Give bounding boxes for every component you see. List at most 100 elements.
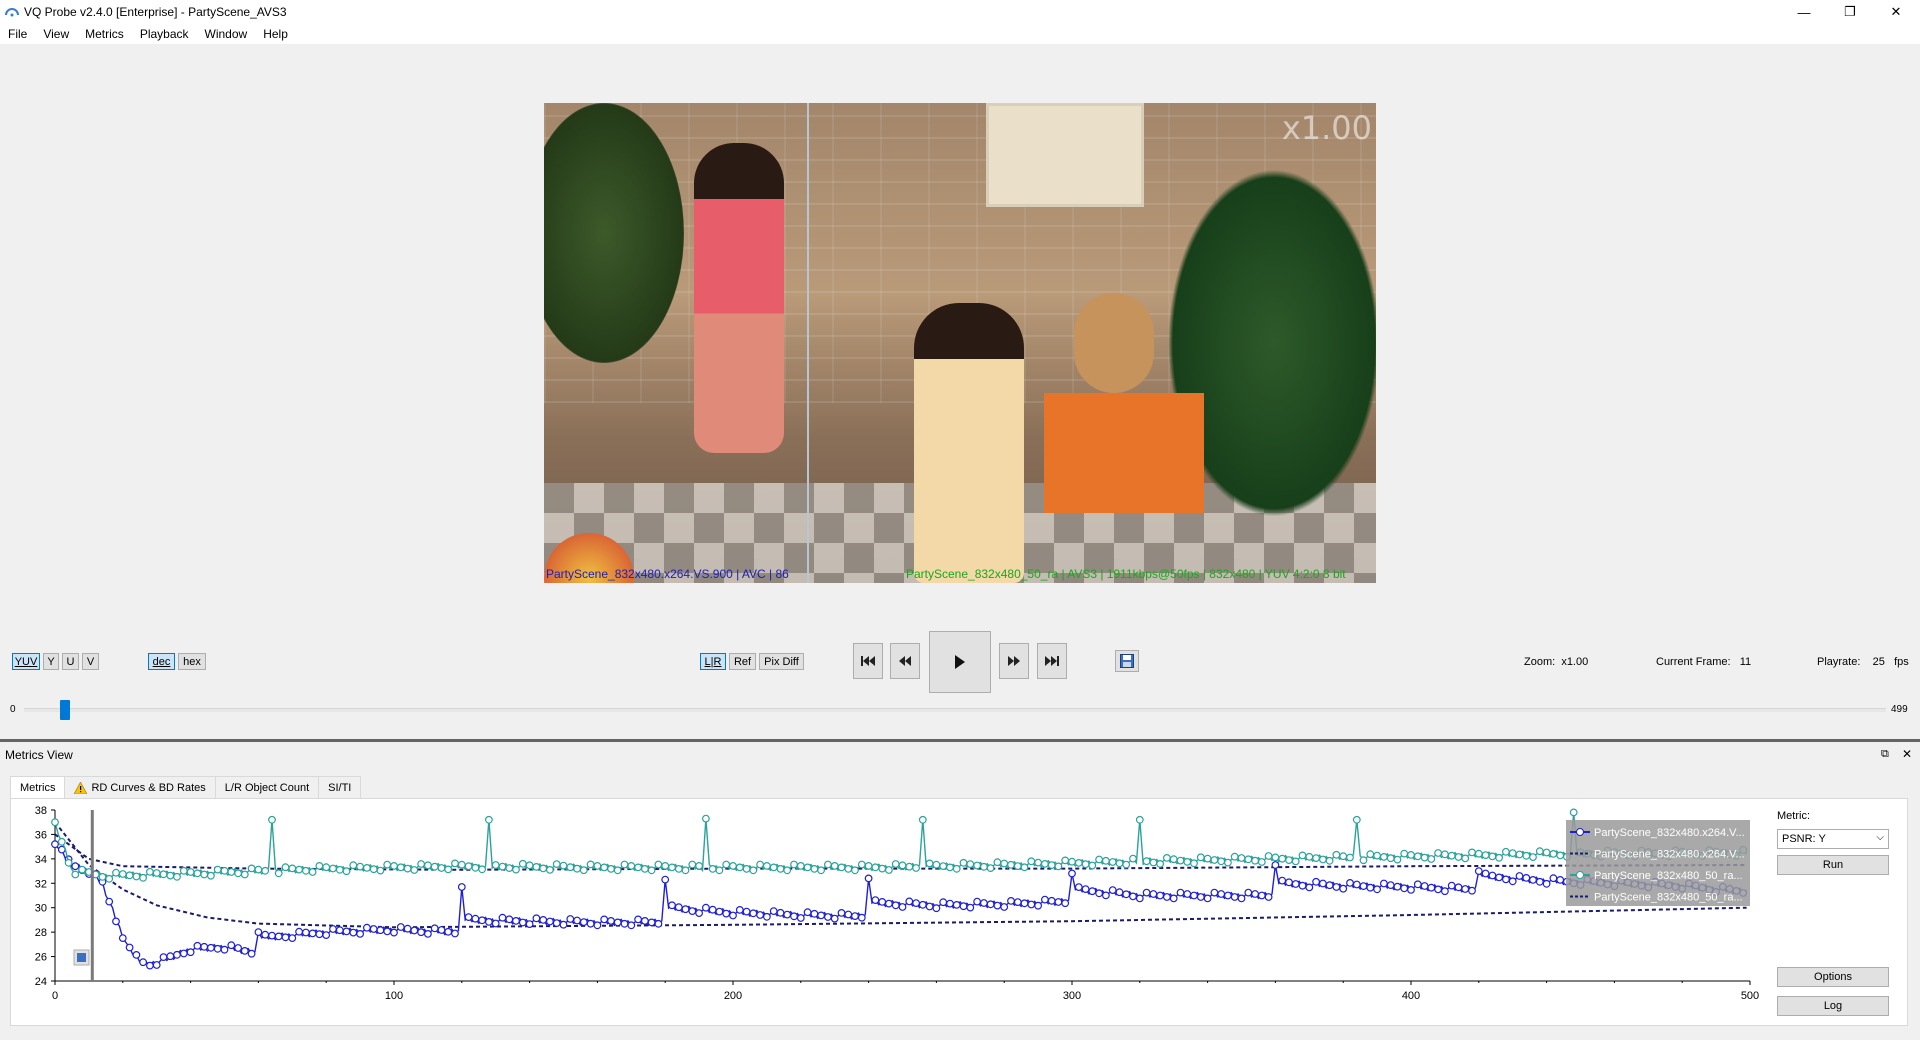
data-point — [1468, 886, 1476, 895]
data-point — [918, 815, 927, 824]
data-point — [783, 910, 792, 919]
tab-object-count[interactable]: L/R Object Count — [214, 776, 320, 798]
dec-button[interactable]: dec — [148, 653, 175, 670]
minimize-button[interactable]: — — [1781, 0, 1827, 24]
data-point — [878, 897, 887, 906]
data-point — [871, 896, 880, 904]
data-point — [593, 921, 602, 930]
data-point — [1454, 853, 1463, 861]
data-point — [1305, 883, 1314, 892]
tab-si-ti[interactable]: SI/TI — [318, 776, 362, 798]
data-point — [268, 931, 276, 940]
data-point — [932, 904, 941, 913]
plane-y-button[interactable]: Y — [43, 653, 59, 670]
menu-help[interactable]: Help — [255, 27, 296, 41]
ref-view-button[interactable]: Ref — [729, 653, 756, 670]
menu-playback[interactable]: Playback — [132, 27, 197, 41]
data-point — [844, 910, 853, 919]
plane-v-button[interactable]: V — [82, 653, 99, 670]
play-button[interactable] — [929, 631, 991, 693]
video-viewport[interactable]: x1.00 PartyScene_832x480.x264.VS.900 | A… — [544, 103, 1376, 583]
data-point — [268, 815, 276, 824]
data-point — [1000, 859, 1009, 868]
girl-left-shape — [694, 143, 784, 453]
data-point — [1230, 852, 1239, 861]
data-point — [1237, 854, 1246, 862]
data-point — [213, 865, 222, 874]
frame-slider-track[interactable] — [24, 708, 1886, 712]
maximize-button[interactable]: ❐ — [1827, 0, 1873, 24]
tab-metrics[interactable]: Metrics — [10, 776, 66, 799]
split-divider[interactable] — [807, 103, 809, 583]
menu-window[interactable]: Window — [197, 27, 256, 41]
data-point — [1542, 879, 1551, 888]
data-point — [620, 860, 629, 869]
data-point — [200, 942, 209, 951]
menu-file[interactable]: File — [0, 27, 35, 41]
data-point — [708, 905, 717, 914]
data-point — [1535, 847, 1544, 856]
menu-view[interactable]: View — [35, 27, 77, 41]
data-point — [1495, 853, 1503, 862]
options-button[interactable]: Options — [1777, 967, 1889, 987]
close-panel-icon[interactable]: ✕ — [1902, 747, 1912, 761]
metric-select[interactable]: PSNR: Y ⌵ — [1777, 829, 1889, 849]
step-forward-button[interactable] — [999, 643, 1029, 679]
data-point — [1420, 853, 1429, 862]
plane-u-button[interactable]: U — [62, 653, 79, 670]
y-tick-label: 36 — [35, 829, 47, 841]
run-button[interactable]: Run — [1777, 855, 1889, 875]
data-point — [1318, 855, 1327, 864]
data-point — [281, 933, 290, 942]
close-button[interactable]: ✕ — [1873, 0, 1919, 24]
x-tick-label: 500 — [1741, 990, 1759, 1002]
data-point — [417, 860, 426, 868]
data-point — [1074, 859, 1083, 867]
data-point — [1291, 857, 1300, 866]
data-point — [898, 861, 907, 870]
float-panel-icon[interactable]: ⧉ — [1881, 748, 1889, 761]
menu-metrics[interactable]: Metrics — [77, 27, 132, 41]
data-point — [1481, 851, 1490, 859]
last-frame-button[interactable] — [1037, 643, 1067, 679]
data-point — [1434, 885, 1442, 894]
data-point — [444, 865, 453, 874]
data-point — [1108, 858, 1117, 866]
data-point — [1488, 871, 1497, 880]
hex-button[interactable]: hex — [178, 653, 206, 670]
data-point — [729, 862, 737, 870]
data-point — [1203, 894, 1212, 903]
data-point — [1298, 851, 1307, 860]
log-button[interactable]: Log — [1777, 996, 1889, 1016]
y-tick-label: 24 — [35, 976, 47, 988]
data-point — [688, 907, 697, 915]
data-point — [1346, 853, 1354, 862]
data-point — [1420, 882, 1429, 890]
frame-slider-thumb[interactable] — [60, 700, 71, 720]
step-back-button[interactable] — [890, 643, 920, 679]
data-point — [356, 862, 365, 871]
data-point — [607, 916, 615, 925]
pix-diff-button[interactable]: Pix Diff — [759, 653, 804, 670]
data-point — [315, 862, 324, 870]
chart-save-icon[interactable] — [73, 949, 90, 966]
lr-view-button[interactable]: L|R — [700, 653, 726, 670]
metrics-tabs: Metrics RD Curves & BD Rates L/R Object … — [10, 776, 362, 799]
data-point — [1196, 893, 1205, 901]
data-point — [1190, 891, 1198, 900]
psnr-chart[interactable]: 24 26 28 30 32 34 36 38 0 100 200 300 400 500 PartySce… — [10, 800, 1770, 1024]
save-frame-button[interactable] — [1115, 650, 1139, 672]
tab-rd-curves[interactable]: RD Curves & BD Rates — [64, 776, 216, 798]
data-point — [1101, 856, 1110, 865]
data-point — [939, 898, 948, 907]
data-point — [1569, 808, 1578, 817]
data-point — [1393, 882, 1402, 891]
data-point — [1169, 855, 1178, 864]
data-point — [702, 814, 710, 823]
plane-yuv-button[interactable]: YUV — [12, 653, 40, 670]
data-point — [1176, 888, 1185, 897]
data-point — [1007, 896, 1015, 905]
first-frame-button[interactable] — [853, 643, 883, 679]
slider-max-label: 499 — [1891, 704, 1908, 715]
data-point — [57, 837, 66, 846]
